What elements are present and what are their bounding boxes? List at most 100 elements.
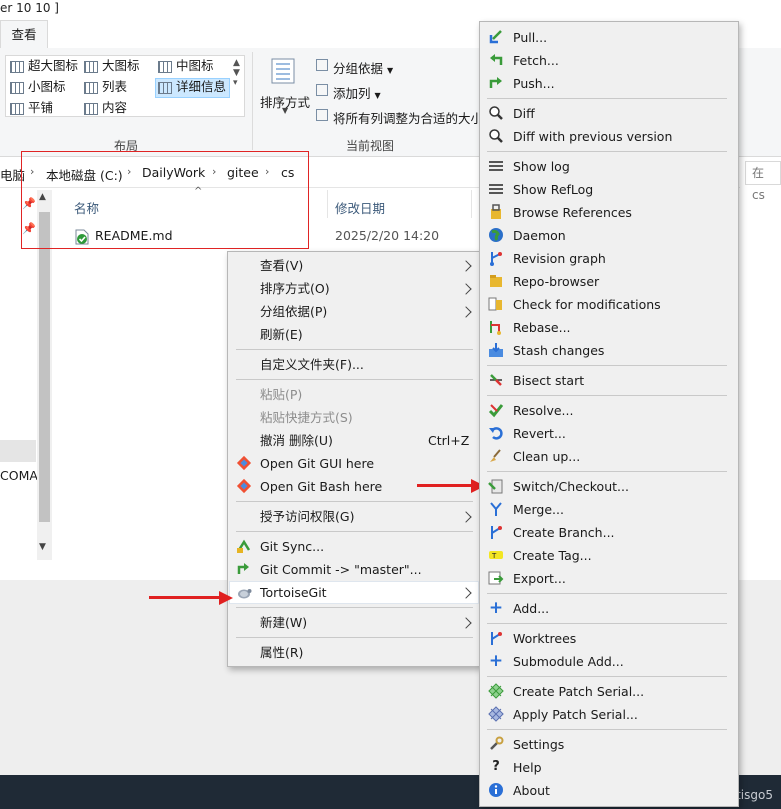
menu-item-apply-patch[interactable]: Apply Patch Serial...: [513, 703, 638, 726]
revert-icon: [488, 425, 504, 441]
menu-item-browse-references[interactable]: Browse References: [513, 201, 632, 224]
layout-tiles[interactable]: 平铺: [10, 98, 53, 118]
gallery-scroll-icon[interactable]: ▲ ▼ ▾: [233, 58, 240, 88]
menu-item-revert[interactable]: Revert...: [513, 422, 566, 445]
menu-item-worktrees[interactable]: Worktrees: [513, 627, 576, 650]
menu-item-stash[interactable]: Stash changes: [513, 339, 604, 362]
menu-item-customize-folder[interactable]: 自定义文件夹(F)...: [260, 353, 364, 376]
layout-medium-icons[interactable]: 中图标: [158, 56, 214, 76]
menu-item-show-reflog[interactable]: Show RefLog: [513, 178, 593, 201]
menu-item-show-log[interactable]: Show log: [513, 155, 570, 178]
tortoisegit-icon: [236, 585, 252, 601]
menu-separator: [487, 623, 727, 624]
menu-item-open-git-gui[interactable]: Open Git GUI here: [260, 452, 374, 475]
resolve-icon: [488, 402, 504, 418]
menu-item-git-commit[interactable]: Git Commit -> "master"...: [260, 558, 422, 581]
menu-separator: [487, 151, 727, 152]
menu-item-rebase[interactable]: Rebase...: [513, 316, 571, 339]
menu-item-bisect-start[interactable]: Bisect start: [513, 369, 584, 392]
sort-by-icon[interactable]: [268, 56, 298, 86]
menu-item-check-modifications[interactable]: Check for modifications: [513, 293, 661, 316]
menu-item-sort-by[interactable]: 排序方式(O): [260, 277, 330, 300]
menu-item-merge[interactable]: Merge...: [513, 498, 564, 521]
show-log-icon: [488, 158, 504, 174]
menu-item-undo-delete[interactable]: 撤消 删除(U): [260, 429, 333, 452]
menu-item-create-patch[interactable]: Create Patch Serial...: [513, 680, 644, 703]
group-by-icon: [316, 59, 328, 71]
menu-item-daemon[interactable]: Daemon: [513, 224, 566, 247]
apply-patch-icon: [488, 706, 504, 722]
column-divider[interactable]: [471, 190, 472, 218]
scrollbar-thumb[interactable]: [39, 212, 50, 522]
bisect-icon: [488, 372, 504, 388]
menu-item-switch-checkout[interactable]: Switch/Checkout...: [513, 475, 629, 498]
menu-item-diff-previous[interactable]: Diff with previous version: [513, 125, 672, 148]
about-icon: [488, 782, 504, 798]
menu-item-settings[interactable]: Settings: [513, 733, 564, 756]
layout-extra-large-icons[interactable]: 超大图标: [10, 56, 78, 76]
layout-details[interactable]: 详细信息: [158, 77, 226, 97]
layout-label: 详细信息: [176, 79, 227, 94]
menu-separator: [487, 98, 727, 99]
menu-item-resolve[interactable]: Resolve...: [513, 399, 573, 422]
menu-item-git-sync[interactable]: Git Sync...: [260, 535, 324, 558]
menu-item-add[interactable]: Add...: [513, 597, 549, 620]
menu-separator: [487, 471, 727, 472]
menu-separator: [487, 729, 727, 730]
layout-content[interactable]: 内容: [84, 98, 127, 118]
menu-item-about[interactable]: About: [513, 779, 550, 802]
add-column-icon: [316, 84, 328, 96]
push-icon: [488, 75, 504, 91]
check-modifications-icon: [488, 296, 504, 312]
menu-item-fetch[interactable]: Fetch...: [513, 49, 559, 72]
menu-separator: [236, 607, 473, 608]
revision-graph-icon: [488, 250, 504, 266]
menu-item-create-branch[interactable]: Create Branch...: [513, 521, 615, 544]
current-view-group-label: 当前视图: [346, 139, 395, 153]
nav-item[interactable]: COMA: [0, 468, 38, 483]
menu-item-grant-access[interactable]: 授予访问权限(G): [260, 505, 354, 528]
nav-selected-item[interactable]: [0, 440, 36, 462]
menu-item-new[interactable]: 新建(W): [260, 611, 307, 634]
highlight-box: [21, 151, 309, 249]
chevron-down-icon: ▼: [374, 91, 381, 100]
layout-label: 中图标: [176, 58, 214, 73]
tab-view[interactable]: 查看: [0, 20, 48, 48]
layout-list[interactable]: 列表: [84, 77, 127, 97]
layout-icon: [10, 60, 24, 73]
fetch-icon: [488, 52, 504, 68]
layout-large-icons[interactable]: 大图标: [84, 56, 140, 76]
fit-columns-icon: [316, 109, 328, 121]
menu-item-revision-graph[interactable]: Revision graph: [513, 247, 606, 270]
menu-item-diff[interactable]: Diff: [513, 102, 535, 125]
column-divider[interactable]: [327, 190, 328, 218]
menu-separator: [236, 379, 473, 380]
menu-item-submodule-add[interactable]: Submodule Add...: [513, 650, 624, 673]
menu-item-help[interactable]: Help: [513, 756, 542, 779]
menu-item-export[interactable]: Export...: [513, 567, 566, 590]
add-column-button[interactable]: 添加列 ▼: [333, 83, 381, 102]
group-by-button[interactable]: 分组依据 ▼: [333, 58, 393, 77]
menu-item-push[interactable]: Push...: [513, 72, 555, 95]
layout-icon: [158, 81, 172, 94]
menu-item-tortoisegit[interactable]: TortoiseGit: [260, 581, 327, 604]
menu-item-pull[interactable]: Pull...: [513, 26, 547, 49]
menu-item-open-git-bash[interactable]: Open Git Bash here: [260, 475, 382, 498]
menu-item-view[interactable]: 查看(V): [260, 254, 303, 277]
menu-item-create-tag[interactable]: Create Tag...: [513, 544, 592, 567]
window-title: er 10 10 ]: [0, 1, 59, 15]
menu-item-repo-browser[interactable]: Repo-browser: [513, 270, 599, 293]
menu-item-properties[interactable]: 属性(R): [260, 641, 303, 664]
search-input[interactable]: 在 cs: [745, 161, 781, 202]
menu-item-group-by[interactable]: 分组依据(P): [260, 300, 327, 323]
menu-item-refresh[interactable]: 刷新(E): [260, 323, 303, 346]
menu-item-cleanup[interactable]: Clean up...: [513, 445, 580, 468]
layout-icon: [84, 81, 98, 94]
layout-small-icons[interactable]: 小图标: [10, 77, 66, 97]
add-column-label: 添加列: [333, 86, 371, 101]
export-icon: [488, 570, 504, 586]
column-header-modified[interactable]: 修改日期: [335, 198, 385, 217]
fit-columns-button[interactable]: 将所有列调整为合适的大小: [333, 108, 479, 127]
scroll-down-icon[interactable]: ▼: [39, 542, 46, 552]
layout-icon: [158, 60, 172, 73]
